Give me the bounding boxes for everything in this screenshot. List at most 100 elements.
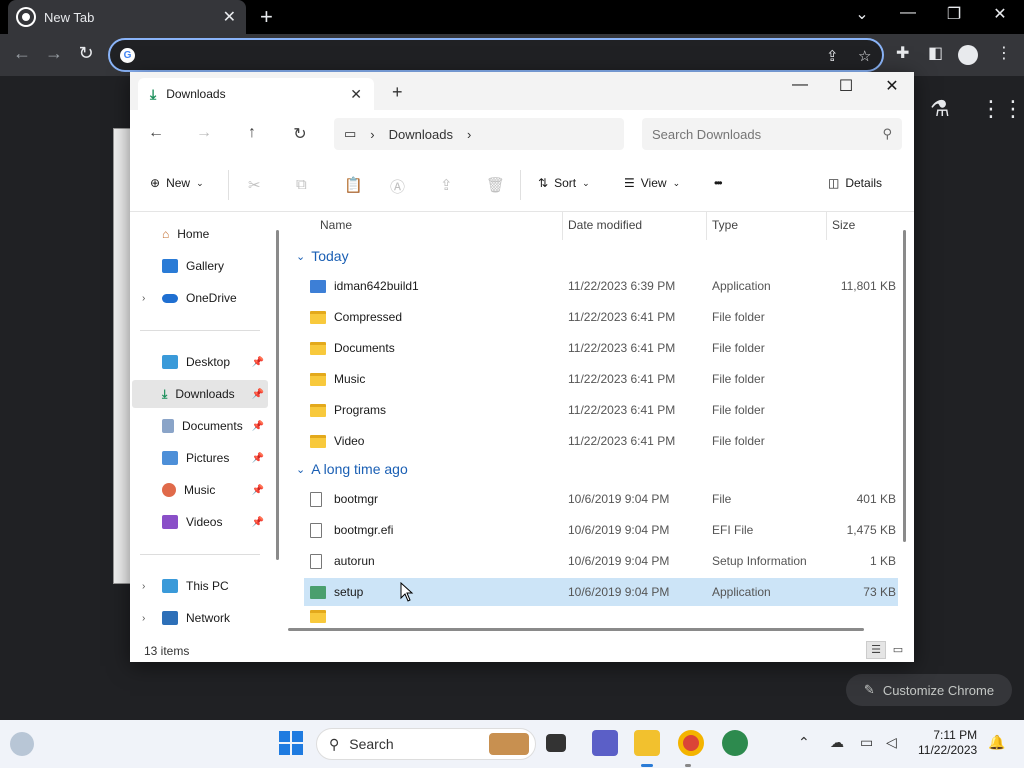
column-divider[interactable] [826, 212, 827, 240]
onedrive-tray-icon[interactable]: ☁ [830, 734, 844, 751]
taskbar-search-box[interactable]: ⚲ Search [316, 728, 536, 760]
explorer-maximize-button[interactable]: ☐ [826, 76, 866, 96]
search-box[interactable]: ⚲ [642, 118, 902, 150]
table-row[interactable]: Video 11/22/2023 6:41 PM File folder [304, 427, 898, 455]
close-tab-icon[interactable]: ✕ [223, 7, 236, 27]
explorer-tab-downloads[interactable]: ⤓ Downloads ✕ [138, 78, 374, 110]
omnibox-input[interactable] [144, 46, 804, 66]
pin-icon[interactable]: 📌 [252, 389, 264, 400]
details-view-icon[interactable]: ☰ [866, 641, 886, 659]
nav-item-documents[interactable]: Documents 📌 [132, 412, 268, 440]
bookmark-star-icon[interactable]: ☆ [858, 47, 871, 65]
explorer-refresh-icon[interactable]: ↻ [288, 124, 312, 144]
nav-item-videos[interactable]: Videos 📌 [132, 508, 268, 536]
nav-item-home[interactable]: ⌂ Home [132, 220, 268, 248]
nav-item-this-pc[interactable]: › This PC [132, 572, 268, 600]
extensions-icon[interactable]: ✚ [896, 43, 909, 63]
column-header-type[interactable]: Type [712, 218, 738, 232]
delete-icon[interactable]: 🗑 [486, 176, 505, 194]
close-window-button[interactable]: ✕ [980, 4, 1020, 24]
notification-bell-icon[interactable]: 🔔 [988, 734, 1005, 751]
new-button[interactable]: ⊕ New ⌄ [150, 176, 204, 190]
chrome-taskbar-icon[interactable] [678, 730, 704, 756]
forward-icon[interactable]: → [42, 43, 66, 64]
table-row[interactable]: autorun 10/6/2019 9:04 PM Setup Informat… [304, 547, 898, 575]
nav-item-onedrive[interactable]: › OneDrive [132, 284, 268, 312]
volume-mute-icon[interactable]: ◁ [886, 734, 897, 751]
chevron-right-icon[interactable]: › [142, 613, 145, 624]
group-header-today[interactable]: ⌄ Today [296, 248, 349, 264]
column-header-size[interactable]: Size [832, 218, 855, 232]
paste-icon[interactable]: 📋 [344, 176, 363, 194]
table-row[interactable]: Compressed 11/22/2023 6:41 PM File folde… [304, 303, 898, 331]
column-divider[interactable] [706, 212, 707, 240]
restore-button[interactable]: ❐ [934, 4, 974, 24]
close-tab-icon[interactable]: ✕ [350, 86, 362, 103]
group-header-long-ago[interactable]: ⌄ A long time ago [296, 461, 408, 477]
explorer-close-button[interactable]: ✕ [872, 76, 912, 96]
column-divider[interactable] [562, 212, 563, 240]
tray-overflow-chevron-icon[interactable]: ⌃ [798, 734, 810, 751]
share-icon[interactable]: ⇪ [826, 47, 839, 65]
file-explorer-taskbar-icon[interactable] [634, 730, 660, 756]
table-row[interactable]: bootmgr 10/6/2019 9:04 PM File 401 KB [304, 485, 898, 513]
chrome-tab-new-tab[interactable]: New Tab ✕ [8, 0, 246, 34]
share-icon[interactable]: ⇪ [440, 176, 453, 194]
nav-scrollbar[interactable] [276, 230, 279, 560]
minimize-button[interactable]: — [888, 4, 928, 22]
table-row-partial[interactable] [304, 609, 898, 623]
omnibox[interactable]: G ⇪ ☆ [108, 38, 884, 72]
cut-icon[interactable]: ✂ [248, 176, 261, 194]
more-options-button[interactable]: ••• [714, 176, 722, 190]
sort-button[interactable]: ⇅ Sort ⌄ [538, 176, 590, 190]
nav-item-network[interactable]: › Network [132, 604, 268, 632]
table-row[interactable]: bootmgr.efi 10/6/2019 9:04 PM EFI File 1… [304, 516, 898, 544]
table-row[interactable]: Music 11/22/2023 6:41 PM File folder [304, 365, 898, 393]
explorer-up-icon[interactable]: ↑ [240, 124, 264, 142]
copy-icon[interactable]: ⧉ [296, 176, 307, 193]
table-row[interactable]: Documents 11/22/2023 6:41 PM File folder [304, 334, 898, 362]
pin-icon[interactable]: 📌 [252, 453, 264, 464]
chevron-right-icon[interactable]: › [142, 581, 145, 592]
rename-icon[interactable]: Ⓐ [390, 176, 405, 197]
weather-widget-icon[interactable] [10, 732, 34, 756]
new-tab-button[interactable]: + [260, 4, 273, 30]
breadcrumb-chevron-icon[interactable]: › [467, 127, 471, 142]
start-windows-icon[interactable] [278, 730, 304, 756]
explorer-forward-icon[interactable]: → [192, 124, 216, 142]
task-view-icon[interactable] [546, 734, 566, 752]
nav-item-pictures[interactable]: Pictures 📌 [132, 444, 268, 472]
pin-icon[interactable]: 📌 [252, 485, 264, 496]
explorer-back-icon[interactable]: ← [144, 124, 168, 142]
column-header-date[interactable]: Date modified [568, 218, 642, 232]
table-row-selected[interactable]: setup 10/6/2019 9:04 PM Application 73 K… [304, 578, 898, 606]
file-list-horizontal-scrollbar[interactable] [288, 628, 864, 631]
idm-taskbar-icon[interactable] [722, 730, 748, 756]
nav-item-desktop[interactable]: Desktop 📌 [132, 348, 268, 376]
breadcrumb-item-downloads[interactable]: Downloads [389, 127, 453, 142]
tiles-view-icon[interactable]: ▭ [888, 641, 908, 659]
search-input[interactable] [652, 126, 883, 142]
table-row[interactable]: Programs 11/22/2023 6:41 PM File folder [304, 396, 898, 424]
menu-kebab-icon[interactable]: ⋮ [996, 43, 1012, 63]
pin-icon[interactable]: 📌 [252, 517, 264, 528]
column-header-name[interactable]: Name [320, 218, 352, 232]
explorer-minimize-button[interactable]: — [780, 76, 820, 94]
profile-avatar-icon[interactable] [958, 45, 978, 65]
apps-grid-icon[interactable]: ⋮⋮ [980, 96, 1024, 122]
file-list-vertical-scrollbar[interactable] [903, 230, 906, 542]
nav-item-gallery[interactable]: Gallery [132, 252, 268, 280]
clock[interactable]: 7:11 PM 11/22/2023 [918, 728, 977, 758]
breadcrumb[interactable]: ▭ › Downloads › [334, 118, 624, 150]
details-pane-button[interactable]: ◫ Details [828, 176, 882, 190]
pin-icon[interactable]: 📌 [252, 421, 264, 432]
network-tray-icon[interactable]: ▭ [860, 734, 873, 751]
side-panel-icon[interactable]: ◧ [928, 43, 943, 63]
back-icon[interactable]: ← [10, 43, 34, 64]
chevron-right-icon[interactable]: › [142, 293, 145, 304]
table-row[interactable]: idman642build1 11/22/2023 6:39 PM Applic… [304, 272, 898, 300]
customize-chrome-button[interactable]: ✎ Customize Chrome [846, 674, 1012, 706]
tab-search-chevron-icon[interactable]: ⌄ [842, 4, 882, 24]
nav-item-downloads[interactable]: ⤓ Downloads 📌 [132, 380, 268, 408]
teams-icon[interactable] [592, 730, 618, 756]
